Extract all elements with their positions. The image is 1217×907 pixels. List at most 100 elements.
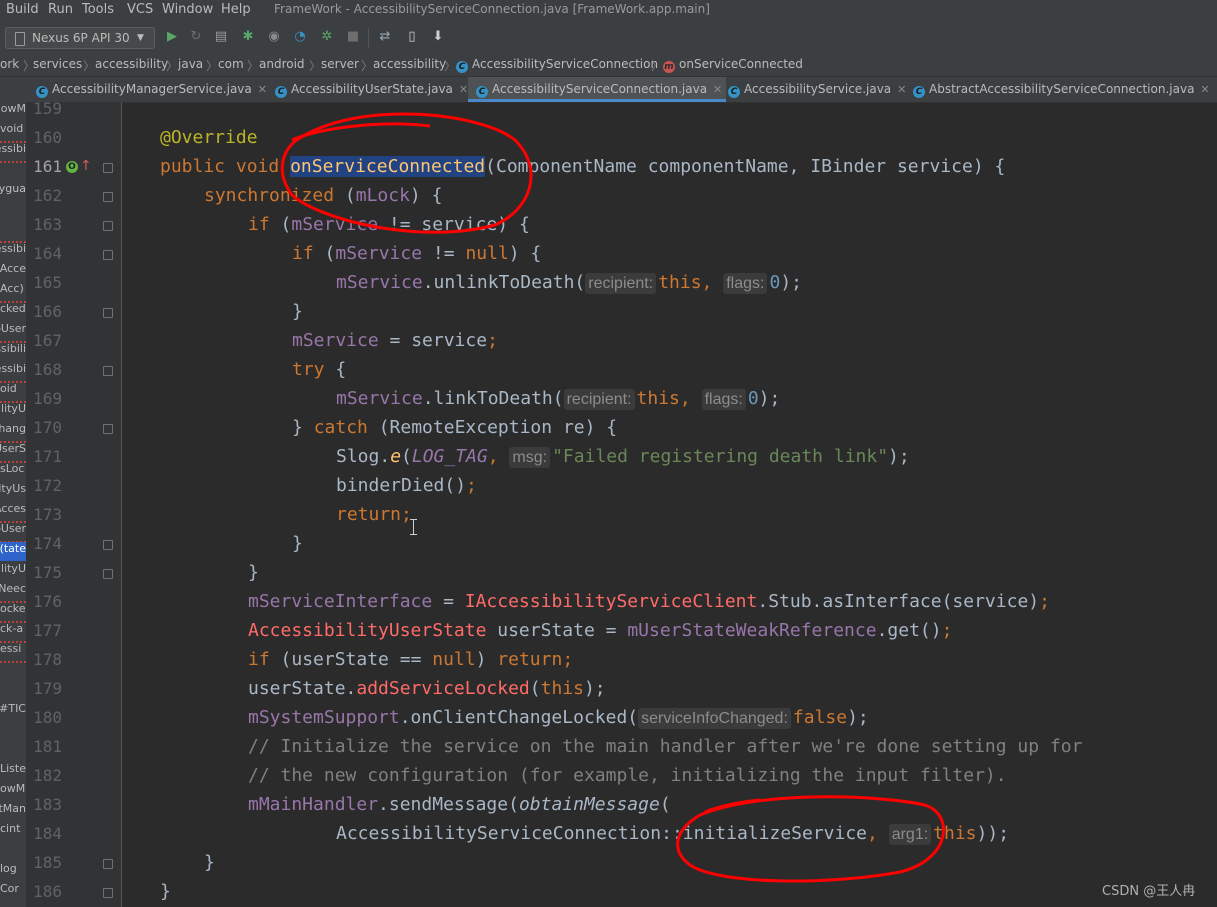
- method-ref: addServiceLocked: [356, 678, 530, 699]
- project-tree-item[interactable]: oUser: [0, 522, 26, 543]
- project-tree-item[interactable]: [0, 662, 26, 681]
- project-tree-item[interactable]: owM: [0, 782, 26, 801]
- code-text: != service) {: [378, 214, 530, 235]
- project-tree-item[interactable]: (Acc: [0, 282, 26, 303]
- avd-manager-icon[interactable]: ▯: [404, 29, 420, 45]
- close-icon[interactable]: ✕: [897, 83, 906, 96]
- implementing-method-icon[interactable]: O: [66, 161, 78, 173]
- fold-marker-icon[interactable]: [103, 163, 113, 173]
- profile-icon[interactable]: ◉: [266, 29, 282, 45]
- project-tree-item[interactable]: [0, 842, 26, 861]
- fold-marker-icon[interactable]: [103, 366, 113, 376]
- project-tree-item[interactable]: Liste: [0, 762, 26, 781]
- project-tree-item[interactable]: Neec: [0, 582, 26, 603]
- project-tree-item[interactable]: ygua: [0, 182, 26, 201]
- tab-accessibility-manager-service[interactable]: C AccessibilityManagerService.java ✕: [36, 77, 267, 102]
- keyword: this: [658, 272, 702, 293]
- breadcrumb-item[interactable]: java: [178, 57, 203, 71]
- project-tree-item[interactable]: [0, 722, 26, 741]
- profiler-icon[interactable]: ◔: [292, 29, 308, 45]
- sync-icon[interactable]: ⇄: [377, 29, 393, 45]
- project-tree-item[interactable]: [0, 682, 26, 701]
- project-tree-item[interactable]: tate):: [0, 542, 26, 561]
- breadcrumb-item[interactable]: accessibility: [95, 57, 168, 71]
- project-tree-item[interactable]: void: [0, 122, 26, 143]
- breadcrumb-item[interactable]: com: [218, 57, 244, 71]
- project-tree-item[interactable]: tMan: [0, 802, 26, 821]
- override-arrow-icon[interactable]: ↑: [80, 158, 92, 174]
- breadcrumb-class[interactable]: C AccessibilityServiceConnection: [456, 57, 658, 73]
- breadcrumb-method[interactable]: m onServiceConnected: [663, 57, 803, 73]
- project-tree-item[interactable]: log: [0, 862, 26, 881]
- menu-build[interactable]: Build: [6, 2, 39, 17]
- method-name[interactable]: onServiceConnected: [290, 156, 486, 177]
- menu-window[interactable]: Window: [162, 2, 213, 17]
- close-icon[interactable]: ✕: [258, 83, 267, 96]
- project-tree-item[interactable]: essibi: [0, 362, 26, 383]
- close-icon[interactable]: ✕: [713, 83, 722, 96]
- fold-marker-icon[interactable]: [103, 540, 113, 550]
- breadcrumb-item[interactable]: android: [259, 57, 305, 71]
- project-tree-item[interactable]: ssibili: [0, 342, 26, 361]
- tab-abstract-accessibility-service-connection[interactable]: C AbstractAccessibilityServiceConnection.…: [913, 77, 1210, 102]
- project-tree-item[interactable]: essibi: [0, 242, 26, 261]
- tab-accessibility-user-state[interactable]: C AccessibilityUserState.java ✕: [275, 77, 468, 102]
- breadcrumb-item[interactable]: ork: [0, 57, 19, 71]
- fold-marker-icon[interactable]: [103, 221, 113, 231]
- fold-marker-icon[interactable]: [103, 192, 113, 202]
- project-tree-item[interactable]: Chang: [0, 422, 26, 443]
- stop-icon[interactable]: ■: [345, 29, 361, 45]
- menu-help[interactable]: Help: [221, 2, 251, 17]
- fold-marker-icon[interactable]: [103, 250, 113, 260]
- project-tree-item[interactable]: [0, 742, 26, 761]
- project-tree-item[interactable]: TIC#: [0, 702, 26, 721]
- menu-tools[interactable]: Tools: [82, 2, 114, 17]
- fold-marker-icon[interactable]: [103, 569, 113, 579]
- project-tree-item[interactable]: cked: [0, 302, 26, 321]
- project-tree-item[interactable]: ityUs: [0, 482, 26, 501]
- menu-vcs[interactable]: VCS: [127, 2, 153, 17]
- breadcrumb-item[interactable]: server: [321, 57, 359, 71]
- project-tree-item[interactable]: Acces: [0, 502, 26, 523]
- run-icon[interactable]: ▶: [164, 29, 180, 45]
- project-tree-item[interactable]: ilityU: [0, 562, 26, 581]
- menu-run[interactable]: Run: [48, 2, 73, 17]
- breadcrumb-item[interactable]: accessibility: [373, 57, 446, 71]
- close-icon[interactable]: ✕: [459, 83, 468, 96]
- project-tree-item[interactable]: [0, 202, 26, 221]
- sdk-manager-icon[interactable]: ⬇: [430, 29, 446, 45]
- project-tree-item[interactable]: ck-a: [0, 622, 26, 643]
- project-tree-item[interactable]: dowM: [0, 102, 26, 121]
- fold-marker-icon[interactable]: [103, 859, 113, 869]
- project-tree-item[interactable]: [0, 222, 26, 243]
- close-icon[interactable]: ✕: [1200, 83, 1209, 96]
- project-tree-item[interactable]: Acce: [0, 262, 26, 281]
- debug-icon[interactable]: ✱: [240, 29, 256, 45]
- rerun-icon[interactable]: ↻: [188, 29, 204, 45]
- code-text: );: [780, 272, 803, 293]
- code-text: }: [248, 562, 259, 583]
- project-tree-item[interactable]: ocke: [0, 602, 26, 623]
- code-line-182: // the new configuration (for example, i…: [248, 765, 1007, 786]
- project-tree-item[interactable]: Cor: [0, 882, 26, 901]
- fold-marker-icon[interactable]: [103, 308, 113, 318]
- fold-marker-icon[interactable]: [103, 888, 113, 898]
- fold-marker-icon[interactable]: [103, 424, 113, 434]
- keyword: if: [248, 214, 270, 235]
- project-tree-item[interactable]: oid: [0, 382, 26, 403]
- project-tree-item[interactable]: sLoc: [0, 462, 26, 481]
- project-tree-item[interactable]: oUser: [0, 322, 26, 343]
- project-tree-item[interactable]: essibi: [0, 142, 26, 163]
- tab-accessibility-service[interactable]: C AccessibilityService.java ✕: [728, 77, 906, 102]
- device-selector[interactable]: Nexus 6P API 30 ▼: [5, 27, 155, 49]
- tab-accessibility-service-connection[interactable]: C AccessibilityServiceConnection.java ✕: [468, 77, 727, 102]
- breadcrumb-separator: 〉: [361, 59, 374, 73]
- project-tree-item[interactable]: [0, 162, 26, 181]
- project-tree-item[interactable]: cint: [0, 822, 26, 841]
- attach-debugger-icon[interactable]: ✲: [319, 29, 335, 45]
- project-tree-item[interactable]: essi: [0, 642, 26, 663]
- breadcrumb-item[interactable]: services: [33, 57, 82, 71]
- project-tree-item[interactable]: UserS: [0, 442, 26, 463]
- coverage-icon[interactable]: ▤: [213, 29, 229, 45]
- project-tree-item[interactable]: ilityU: [0, 402, 26, 421]
